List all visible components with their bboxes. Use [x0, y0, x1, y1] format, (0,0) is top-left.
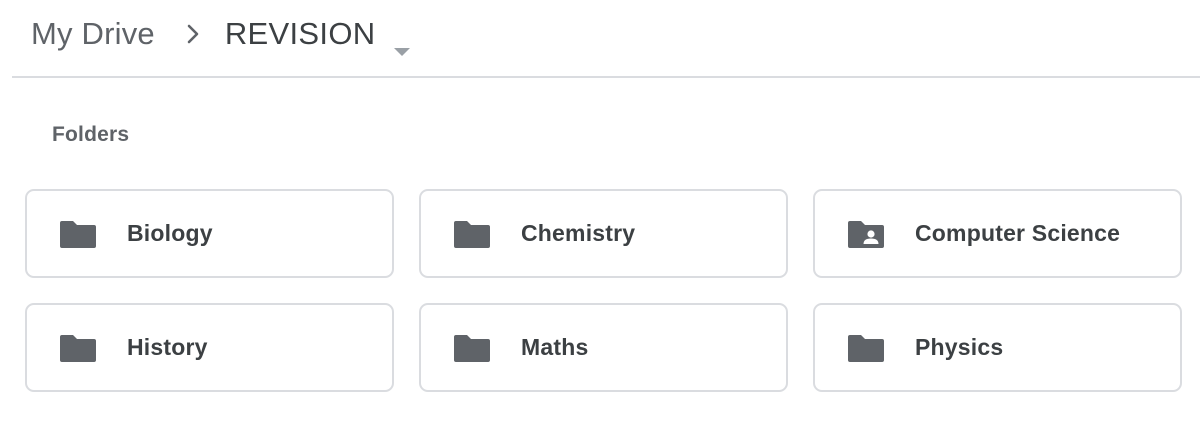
breadcrumb-current-folder[interactable]: REVISION	[224, 16, 412, 56]
breadcrumb-current-label: REVISION	[224, 16, 376, 51]
folder-name: Biology	[127, 220, 213, 246]
folders-grid: Biology Chemistry Computer Science Histo…	[25, 189, 1182, 392]
chevron-right-icon	[183, 24, 203, 44]
header-divider	[12, 76, 1200, 78]
folders-section-title: Folders	[52, 123, 130, 146]
folder-icon	[59, 333, 97, 363]
caret-down-icon	[393, 29, 411, 56]
folder-card-chemistry[interactable]: Chemistry	[419, 189, 788, 278]
breadcrumb-my-drive[interactable]: My Drive	[29, 12, 157, 56]
folder-name: Maths	[521, 334, 589, 360]
folder-card-physics[interactable]: Physics	[813, 303, 1182, 392]
folder-card-history[interactable]: History	[25, 303, 394, 392]
folder-icon	[59, 219, 97, 249]
folder-name: Physics	[915, 334, 1004, 360]
shared-folder-icon	[847, 219, 885, 249]
folder-card-maths[interactable]: Maths	[419, 303, 788, 392]
folder-icon	[453, 219, 491, 249]
folder-card-biology[interactable]: Biology	[25, 189, 394, 278]
folder-icon	[847, 333, 885, 363]
folder-name: Computer Science	[915, 220, 1121, 246]
folder-icon	[453, 333, 491, 363]
folder-card-computer-science[interactable]: Computer Science	[813, 189, 1182, 278]
folder-name: History	[127, 334, 208, 360]
drive-header: My Drive REVISION	[0, 0, 1200, 78]
breadcrumb: My Drive REVISION	[29, 0, 411, 68]
folder-name: Chemistry	[521, 220, 636, 246]
